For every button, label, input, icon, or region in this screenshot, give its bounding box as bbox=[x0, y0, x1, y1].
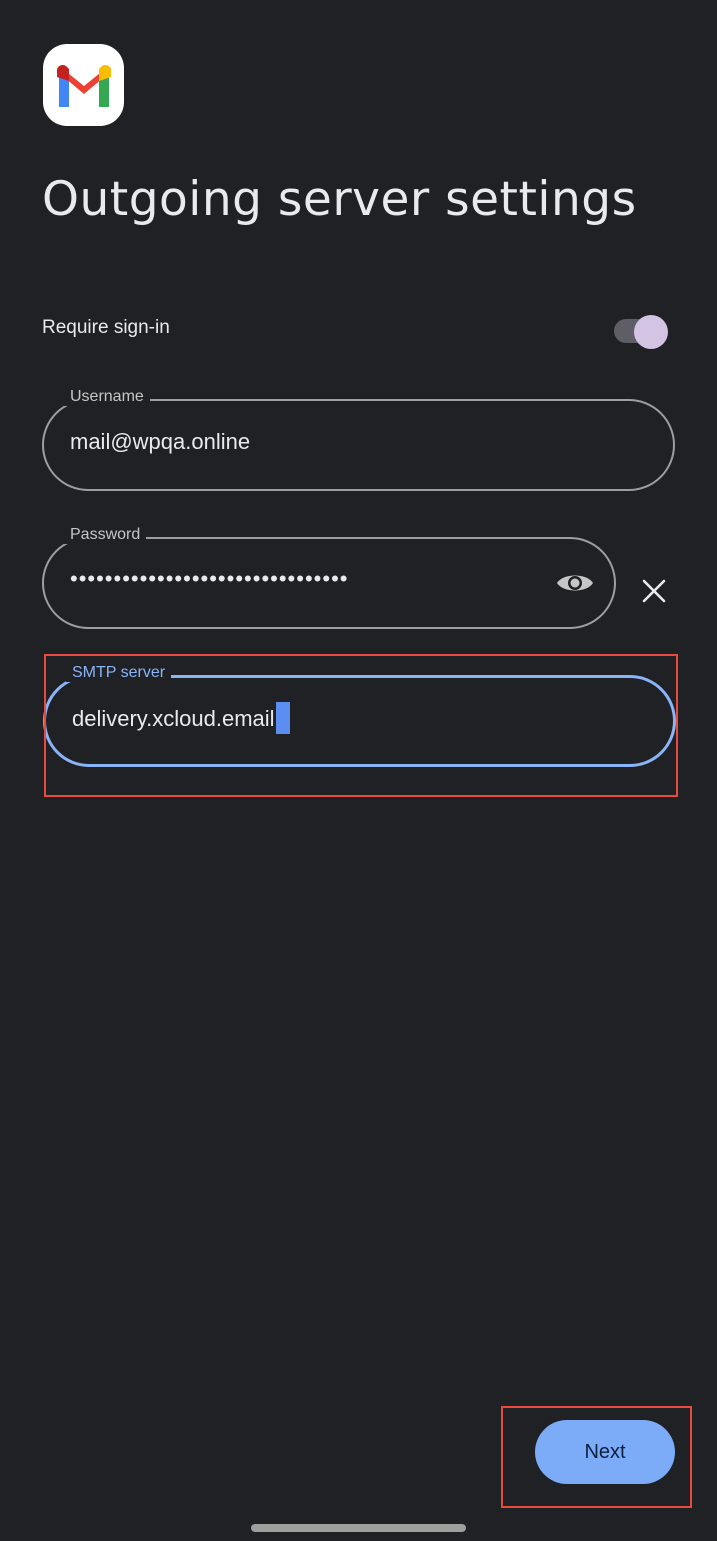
show-password-button[interactable] bbox=[553, 563, 597, 603]
username-value: mail@wpqa.online bbox=[70, 429, 251, 454]
smtp-server-value-wrap: delivery.xcloud.email bbox=[72, 702, 290, 736]
require-signin-label: Require sign-in bbox=[42, 317, 170, 338]
password-label: Password bbox=[64, 526, 147, 544]
smtp-server-value: delivery.xcloud.email bbox=[72, 705, 275, 731]
gmail-logo-icon bbox=[43, 44, 124, 126]
require-signin-toggle[interactable] bbox=[614, 315, 670, 349]
clear-password-button[interactable] bbox=[633, 570, 675, 612]
eye-icon bbox=[557, 575, 593, 591]
password-field[interactable]: Password •••••••••••••••••••••••••••••••… bbox=[42, 526, 616, 629]
home-indicator[interactable] bbox=[251, 1524, 466, 1532]
username-field[interactable]: Username mail@wpqa.online bbox=[42, 388, 675, 491]
text-cursor bbox=[275, 702, 290, 734]
smtp-server-label: SMTP server bbox=[66, 664, 172, 682]
app-screen: Outgoing server settings Require sign-in… bbox=[0, 0, 717, 1541]
smtp-server-field[interactable]: SMTP server delivery.xcloud.email bbox=[43, 664, 676, 767]
next-button[interactable]: Next bbox=[535, 1420, 675, 1484]
password-value: •••••••••••••••••••••••••••••••• bbox=[70, 566, 349, 591]
close-icon bbox=[642, 579, 666, 603]
toggle-thumb bbox=[634, 315, 668, 349]
username-label: Username bbox=[64, 388, 150, 406]
page-title: Outgoing server settings bbox=[42, 172, 637, 227]
require-signin-row: Require sign-in bbox=[42, 312, 672, 349]
